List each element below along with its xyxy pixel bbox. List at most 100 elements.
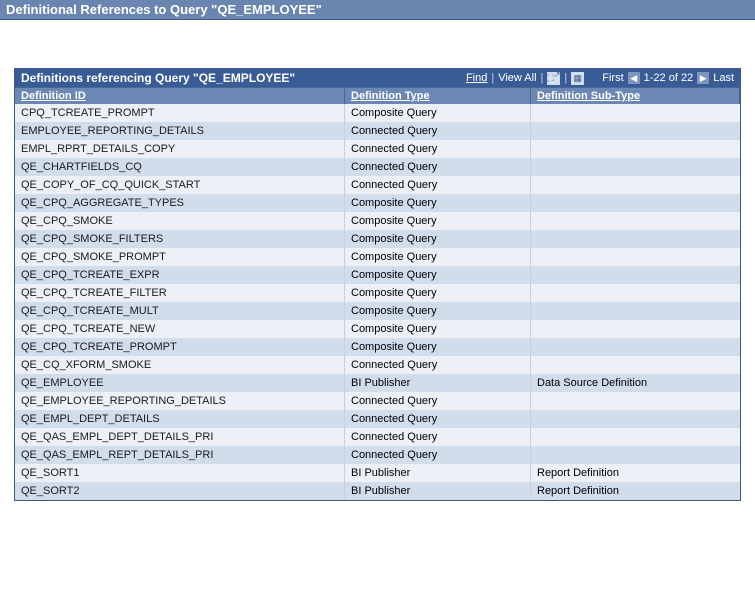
cell-definition-type: Composite Query — [345, 104, 531, 122]
cell-definition-subtype: Report Definition — [531, 464, 740, 482]
table-row: CPQ_TCREATE_PROMPTComposite Query — [15, 104, 740, 122]
cell-definition-id: CPQ_TCREATE_PROMPT — [15, 104, 345, 122]
cell-definition-id: QE_CQ_XFORM_SMOKE — [15, 356, 345, 374]
cell-definition-subtype — [531, 338, 740, 356]
cell-definition-type: Connected Query — [345, 446, 531, 464]
col-header-definition-id[interactable]: Definition ID — [15, 88, 345, 104]
cell-definition-subtype — [531, 320, 740, 338]
cell-definition-type: Connected Query — [345, 140, 531, 158]
cell-definition-id: QE_CPQ_AGGREGATE_TYPES — [15, 194, 345, 212]
grid-actions: Find | View All | ⛶↗ | ▦ First ◀ 1-22 of… — [466, 72, 734, 85]
cell-definition-subtype — [531, 302, 740, 320]
table-row: QE_QAS_EMPL_DEPT_DETAILS_PRIConnected Qu… — [15, 428, 740, 446]
cell-definition-id: QE_CPQ_TCREATE_PROMPT — [15, 338, 345, 356]
cell-definition-id: QE_CPQ_TCREATE_MULT — [15, 302, 345, 320]
cell-definition-id: QE_CPQ_SMOKE_FILTERS — [15, 230, 345, 248]
pager-range-label: 1-22 of 22 — [644, 72, 694, 84]
pager-prev-icon[interactable]: ◀ — [628, 72, 640, 84]
separator: | — [564, 72, 567, 84]
grid-title: Definitions referencing Query "QE_EMPLOY… — [21, 71, 295, 85]
grid-rows: CPQ_TCREATE_PROMPTComposite QueryEMPLOYE… — [15, 104, 740, 500]
pager-last-link[interactable]: Last — [713, 72, 734, 84]
cell-definition-id: EMPLOYEE_REPORTING_DETAILS — [15, 122, 345, 140]
cell-definition-id: QE_SORT2 — [15, 482, 345, 500]
cell-definition-id: QE_QAS_EMPL_DEPT_DETAILS_PRI — [15, 428, 345, 446]
cell-definition-subtype — [531, 158, 740, 176]
zoom-icon[interactable]: ⛶↗ — [547, 72, 560, 85]
cell-definition-id: QE_CHARTFIELDS_CQ — [15, 158, 345, 176]
cell-definition-subtype — [531, 446, 740, 464]
cell-definition-type: Connected Query — [345, 122, 531, 140]
table-row: QE_CPQ_AGGREGATE_TYPESComposite Query — [15, 194, 740, 212]
pager: First ◀ 1-22 of 22 ▶ Last — [602, 72, 734, 84]
cell-definition-type: Composite Query — [345, 320, 531, 338]
download-icon[interactable]: ▦ — [571, 72, 584, 85]
cell-definition-type: Composite Query — [345, 266, 531, 284]
table-row: QE_EMPLOYEE_REPORTING_DETAILSConnected Q… — [15, 392, 740, 410]
table-row: QE_CPQ_TCREATE_NEWComposite Query — [15, 320, 740, 338]
cell-definition-subtype — [531, 266, 740, 284]
separator: | — [541, 72, 544, 84]
cell-definition-type: Composite Query — [345, 212, 531, 230]
pager-next-icon[interactable]: ▶ — [697, 72, 709, 84]
cell-definition-type: Composite Query — [345, 338, 531, 356]
table-row: QE_COPY_OF_CQ_QUICK_STARTConnected Query — [15, 176, 740, 194]
cell-definition-type: Composite Query — [345, 194, 531, 212]
cell-definition-type: Connected Query — [345, 428, 531, 446]
cell-definition-id: QE_CPQ_TCREATE_FILTER — [15, 284, 345, 302]
cell-definition-id: QE_CPQ_TCREATE_NEW — [15, 320, 345, 338]
table-row: EMPL_RPRT_DETAILS_COPYConnected Query — [15, 140, 740, 158]
cell-definition-id: QE_CPQ_TCREATE_EXPR — [15, 266, 345, 284]
cell-definition-subtype — [531, 356, 740, 374]
table-row: QE_CPQ_SMOKEComposite Query — [15, 212, 740, 230]
cell-definition-id: QE_EMPL_DEPT_DETAILS — [15, 410, 345, 428]
table-row: QE_QAS_EMPL_REPT_DETAILS_PRIConnected Qu… — [15, 446, 740, 464]
grid-titlebar: Definitions referencing Query "QE_EMPLOY… — [15, 69, 740, 87]
cell-definition-subtype — [531, 284, 740, 302]
cell-definition-type: BI Publisher — [345, 374, 531, 392]
cell-definition-id: QE_CPQ_SMOKE — [15, 212, 345, 230]
cell-definition-type: Connected Query — [345, 392, 531, 410]
cell-definition-type: BI Publisher — [345, 464, 531, 482]
view-all-link[interactable]: View All — [498, 72, 536, 84]
table-row: QE_SORT2BI PublisherReport Definition — [15, 482, 740, 500]
table-row: QE_CPQ_TCREATE_PROMPTComposite Query — [15, 338, 740, 356]
results-grid: Definitions referencing Query "QE_EMPLOY… — [14, 68, 741, 501]
cell-definition-subtype — [531, 230, 740, 248]
cell-definition-subtype — [531, 392, 740, 410]
pager-first-link[interactable]: First — [602, 72, 623, 84]
cell-definition-type: BI Publisher — [345, 482, 531, 500]
cell-definition-subtype — [531, 194, 740, 212]
separator: | — [491, 72, 494, 84]
col-header-definition-type[interactable]: Definition Type — [345, 88, 531, 104]
column-headers: Definition ID Definition Type Definition… — [15, 87, 740, 104]
table-row: QE_SORT1BI PublisherReport Definition — [15, 464, 740, 482]
cell-definition-subtype — [531, 212, 740, 230]
cell-definition-subtype — [531, 140, 740, 158]
cell-definition-subtype: Data Source Definition — [531, 374, 740, 392]
cell-definition-subtype — [531, 410, 740, 428]
cell-definition-type: Composite Query — [345, 284, 531, 302]
cell-definition-subtype — [531, 248, 740, 266]
page-title: Definitional References to Query "QE_EMP… — [0, 0, 755, 20]
cell-definition-type: Connected Query — [345, 356, 531, 374]
table-row: QE_EMPLOYEEBI PublisherData Source Defin… — [15, 374, 740, 392]
cell-definition-subtype — [531, 122, 740, 140]
cell-definition-type: Connected Query — [345, 410, 531, 428]
cell-definition-id: QE_QAS_EMPL_REPT_DETAILS_PRI — [15, 446, 345, 464]
cell-definition-id: EMPL_RPRT_DETAILS_COPY — [15, 140, 345, 158]
find-link[interactable]: Find — [466, 72, 487, 84]
table-row: QE_CPQ_SMOKE_FILTERSComposite Query — [15, 230, 740, 248]
cell-definition-type: Composite Query — [345, 230, 531, 248]
table-row: QE_CPQ_TCREATE_EXPRComposite Query — [15, 266, 740, 284]
cell-definition-type: Connected Query — [345, 158, 531, 176]
table-row: QE_CQ_XFORM_SMOKEConnected Query — [15, 356, 740, 374]
cell-definition-type: Composite Query — [345, 302, 531, 320]
table-row: EMPLOYEE_REPORTING_DETAILSConnected Quer… — [15, 122, 740, 140]
col-header-definition-subtype[interactable]: Definition Sub-Type — [531, 88, 740, 104]
table-row: QE_CPQ_TCREATE_MULTComposite Query — [15, 302, 740, 320]
cell-definition-id: QE_SORT1 — [15, 464, 345, 482]
cell-definition-id: QE_EMPLOYEE_REPORTING_DETAILS — [15, 392, 345, 410]
table-row: QE_CHARTFIELDS_CQConnected Query — [15, 158, 740, 176]
cell-definition-subtype — [531, 428, 740, 446]
